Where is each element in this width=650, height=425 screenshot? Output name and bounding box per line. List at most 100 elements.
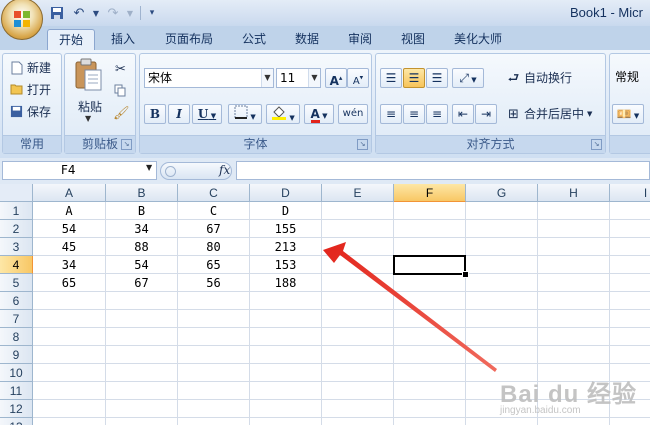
cell-c11[interactable] (178, 382, 250, 400)
cell-c4[interactable]: 65 (178, 256, 250, 274)
cell-c2[interactable]: 67 (178, 220, 250, 238)
fill-color-button[interactable]: ▼ (266, 104, 300, 124)
cell-c12[interactable] (178, 400, 250, 418)
cell-d13[interactable] (250, 418, 322, 425)
cell-d9[interactable] (250, 346, 322, 364)
cell-a8[interactable] (33, 328, 106, 346)
cell-g6[interactable] (466, 292, 538, 310)
row-header-5[interactable]: 5 (0, 274, 33, 292)
cell-i5[interactable] (610, 274, 650, 292)
align-bottom-button[interactable]: ☰ (426, 68, 448, 88)
cell-f10[interactable] (394, 364, 466, 382)
cell-g1[interactable] (466, 202, 538, 220)
worksheet-grid[interactable]: ABCDEFGHI 12345678910111213 ABCD54346715… (0, 184, 650, 425)
name-box-dropdown-icon[interactable]: ▼ (146, 163, 152, 172)
align-center-button[interactable]: ≡ (403, 104, 425, 124)
row-header-10[interactable]: 10 (0, 364, 33, 382)
row-header-2[interactable]: 2 (0, 220, 33, 238)
open-button[interactable]: 打开 (9, 80, 51, 100)
tab-formulas[interactable]: 公式 (231, 29, 277, 50)
cell-f9[interactable] (394, 346, 466, 364)
accounting-format-button[interactable]: 💴 ▼ (612, 104, 644, 124)
cell-f1[interactable] (394, 202, 466, 220)
cell-b6[interactable] (106, 292, 178, 310)
cell-b13[interactable] (106, 418, 178, 425)
cell-e5[interactable] (322, 274, 394, 292)
cell-i6[interactable] (610, 292, 650, 310)
insert-function-icon[interactable]: fx (219, 163, 230, 177)
cell-f6[interactable] (394, 292, 466, 310)
save-icon[interactable] (48, 4, 66, 22)
cell-d4[interactable]: 153 (250, 256, 322, 274)
cell-i9[interactable] (610, 346, 650, 364)
font-color-button[interactable]: A ▼ (304, 104, 334, 124)
cell-i7[interactable] (610, 310, 650, 328)
cell-d11[interactable] (250, 382, 322, 400)
tab-data[interactable]: 数据 (284, 29, 330, 50)
cell-b5[interactable]: 67 (106, 274, 178, 292)
align-top-button[interactable]: ☰ (380, 68, 402, 88)
cell-g8[interactable] (466, 328, 538, 346)
cell-a2[interactable]: 54 (33, 220, 106, 238)
cell-e6[interactable] (322, 292, 394, 310)
cell-g3[interactable] (466, 238, 538, 256)
cell-b12[interactable] (106, 400, 178, 418)
row-header-13[interactable]: 13 (0, 418, 33, 425)
cell-h8[interactable] (538, 328, 610, 346)
cell-c10[interactable] (178, 364, 250, 382)
tab-insert[interactable]: 插入 (100, 29, 146, 50)
cell-h7[interactable] (538, 310, 610, 328)
tab-view[interactable]: 视图 (390, 29, 436, 50)
cell-a12[interactable] (33, 400, 106, 418)
font-size-select[interactable]: 11 ▼ (276, 68, 321, 88)
align-right-button[interactable]: ≡ (426, 104, 448, 124)
column-header-d[interactable]: D (250, 184, 322, 202)
cell-i4[interactable] (610, 256, 650, 274)
cell-g5[interactable] (466, 274, 538, 292)
active-cell-border[interactable] (393, 255, 466, 275)
cell-d10[interactable] (250, 364, 322, 382)
tab-page-layout[interactable]: 页面布局 (155, 29, 223, 50)
cell-d5[interactable]: 188 (250, 274, 322, 292)
redo-dropdown-icon[interactable]: ▼ (126, 4, 134, 22)
tab-beautify-master[interactable]: 美化大师 (444, 29, 512, 50)
cell-h3[interactable] (538, 238, 610, 256)
cell-h4[interactable] (538, 256, 610, 274)
cell-e10[interactable] (322, 364, 394, 382)
cell-a13[interactable] (33, 418, 106, 425)
cell-f2[interactable] (394, 220, 466, 238)
cell-e7[interactable] (322, 310, 394, 328)
expand-formula-icon[interactable] (165, 166, 176, 177)
name-box[interactable]: F4 (2, 161, 157, 180)
cell-b8[interactable] (106, 328, 178, 346)
cell-d3[interactable]: 213 (250, 238, 322, 256)
align-left-button[interactable]: ≡ (380, 104, 402, 124)
cell-g2[interactable] (466, 220, 538, 238)
cell-e4[interactable] (322, 256, 394, 274)
row-header-1[interactable]: 1 (0, 202, 33, 220)
cell-c13[interactable] (178, 418, 250, 425)
row-header-8[interactable]: 8 (0, 328, 33, 346)
copy-button[interactable] (113, 81, 128, 101)
grow-font-button[interactable]: A▴ (325, 68, 347, 88)
new-button[interactable]: 新建 (9, 58, 51, 78)
cell-f11[interactable] (394, 382, 466, 400)
cell-f3[interactable] (394, 238, 466, 256)
row-header-11[interactable]: 11 (0, 382, 33, 400)
row-header-9[interactable]: 9 (0, 346, 33, 364)
wrap-text-button[interactable]: ⮐ 自动换行 (506, 68, 572, 88)
cell-a11[interactable] (33, 382, 106, 400)
cell-g9[interactable] (466, 346, 538, 364)
cell-c1[interactable]: C (178, 202, 250, 220)
cell-h5[interactable] (538, 274, 610, 292)
cell-b11[interactable] (106, 382, 178, 400)
cell-a4[interactable]: 34 (33, 256, 106, 274)
row-header-7[interactable]: 7 (0, 310, 33, 328)
cell-g4[interactable] (466, 256, 538, 274)
cell-a7[interactable] (33, 310, 106, 328)
cell-c5[interactable]: 56 (178, 274, 250, 292)
column-header-f[interactable]: F (394, 184, 466, 202)
cell-c7[interactable] (178, 310, 250, 328)
cell-d12[interactable] (250, 400, 322, 418)
column-header-h[interactable]: H (538, 184, 610, 202)
